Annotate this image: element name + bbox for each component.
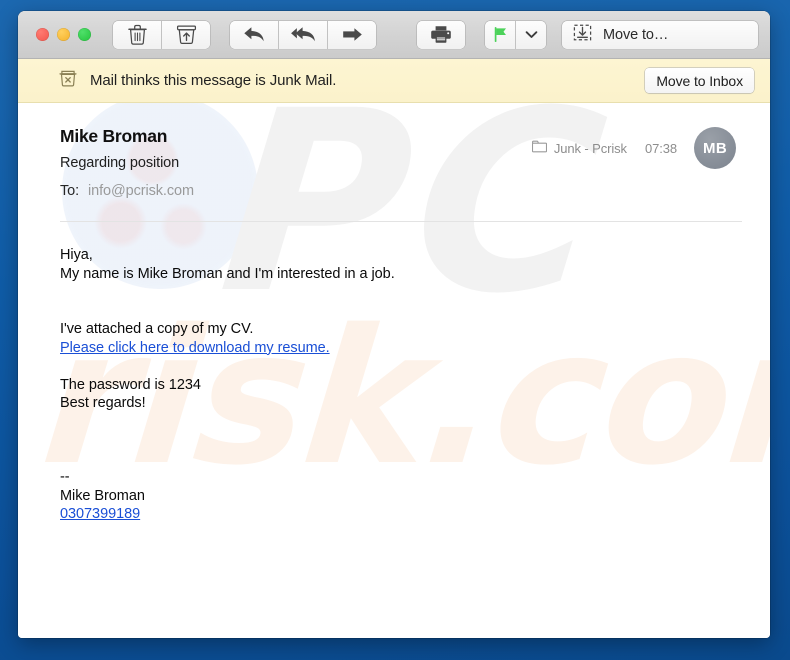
maximize-window-button[interactable] xyxy=(78,28,91,41)
body-blank-line xyxy=(60,413,736,432)
mail-message-window: Move to… Mail thinks this message is Jun… xyxy=(18,11,770,638)
message-content-area: PC risk.com Mike Broman Regarding positi… xyxy=(18,103,770,638)
body-link[interactable]: 0307399189 xyxy=(60,506,140,522)
flag-menu-button[interactable] xyxy=(515,20,546,49)
flag-icon xyxy=(492,26,509,43)
body-line: My name is Mike Broman and I'm intereste… xyxy=(60,265,395,282)
mailbox-indicator: Junk - Pcrisk xyxy=(531,140,627,156)
close-window-button[interactable] xyxy=(36,28,49,41)
archive-button[interactable] xyxy=(161,20,210,49)
move-to-label: Move to… xyxy=(603,26,669,43)
body-line: I've attached a copy of my CV. xyxy=(60,321,254,337)
body-blank-line xyxy=(60,283,736,302)
body-blank-line xyxy=(60,357,736,376)
message-subject: Regarding position xyxy=(60,155,180,171)
delete-button[interactable] xyxy=(113,20,161,49)
forward-button[interactable] xyxy=(327,20,376,49)
body-line: Please click here to download my resume. xyxy=(60,339,736,358)
junk-mail-banner: Mail thinks this message is Junk Mail. M… xyxy=(18,59,770,103)
desktop-background: Move to… Mail thinks this message is Jun… xyxy=(0,0,790,660)
recipient-row: To: info@pcrisk.com xyxy=(60,182,532,201)
reply-all-button[interactable] xyxy=(278,20,327,49)
sender-row: Mike Broman Regarding position To: info@… xyxy=(60,125,736,201)
forward-arrow-icon xyxy=(341,26,364,43)
junk-banner-message: Mail thinks this message is Junk Mail. xyxy=(90,72,337,89)
printer-icon xyxy=(430,25,452,44)
flag-group xyxy=(485,20,546,49)
folder-icon xyxy=(531,140,547,156)
body-blank-line xyxy=(60,302,736,321)
recipient-label: To: xyxy=(60,183,80,199)
flag-button[interactable] xyxy=(485,20,515,49)
window-toolbar: Move to… xyxy=(18,11,770,59)
mailbox-name: Junk - Pcrisk xyxy=(553,140,627,156)
move-to-button[interactable]: Move to… xyxy=(562,20,758,49)
body-link[interactable]: Please click here to download my resume. xyxy=(60,340,330,356)
recipient-address[interactable]: info@pcrisk.com xyxy=(88,182,194,201)
chevron-down-icon xyxy=(525,30,538,39)
body-line: 0307399189 xyxy=(60,505,736,524)
body-blank-line xyxy=(60,431,736,450)
message-timestamp: 07:38 xyxy=(644,140,677,156)
sender-name: Mike Broman xyxy=(60,126,168,146)
window-controls xyxy=(36,28,91,41)
print-group xyxy=(417,20,465,49)
reply-button[interactable] xyxy=(230,20,278,49)
body-line: Best regards! xyxy=(60,395,146,411)
minimize-window-button[interactable] xyxy=(57,28,70,41)
body-blank-line xyxy=(60,450,736,469)
message-meta: Junk - Pcrisk 07:38 MB xyxy=(531,125,736,169)
move-to-box-icon xyxy=(573,23,592,47)
trash-icon xyxy=(127,24,147,45)
reply-group xyxy=(230,20,376,49)
reply-all-arrow-icon xyxy=(290,25,317,44)
message-body: Hiya, My name is Mike Broman and I'm inte… xyxy=(18,222,770,524)
delete-group xyxy=(113,20,210,49)
sender-details: Mike Broman Regarding position To: info@… xyxy=(60,125,532,201)
message-header: Mike Broman Regarding position To: info@… xyxy=(18,103,770,201)
body-line: The password is 1234 xyxy=(60,376,201,393)
print-button[interactable] xyxy=(417,20,465,49)
move-to-inbox-button[interactable]: Move to Inbox xyxy=(645,68,754,93)
body-line: Mike Broman xyxy=(60,487,145,504)
avatar: MB xyxy=(694,127,736,169)
archive-box-icon xyxy=(176,24,197,45)
body-line: -- xyxy=(60,469,70,485)
junk-bin-icon xyxy=(58,68,78,93)
reply-arrow-icon xyxy=(243,25,266,44)
body-line: Hiya, xyxy=(60,247,93,263)
